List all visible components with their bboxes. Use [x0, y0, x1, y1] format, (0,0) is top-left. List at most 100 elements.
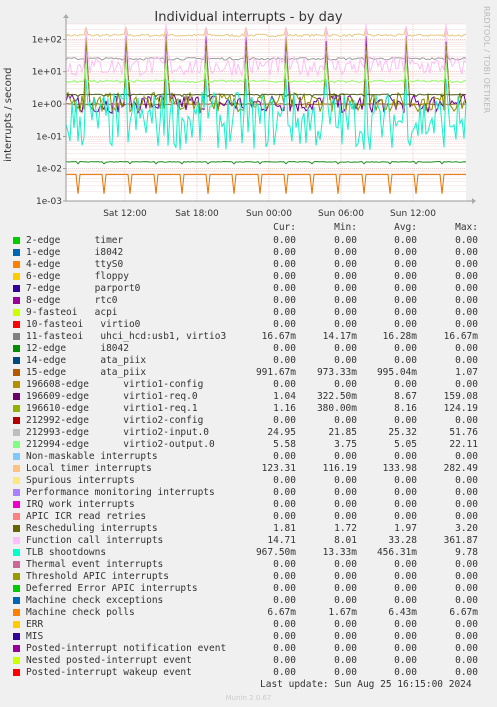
- legend-max: 0.00: [455, 319, 478, 330]
- legend-max: 0.00: [455, 259, 478, 270]
- legend-row: 14-edge ata_piix 0.00 0.00 0.00 0.00: [0, 355, 497, 367]
- legend-cur: 5.58: [273, 439, 296, 450]
- x-tick-label: Sat 18:00: [175, 209, 219, 219]
- legend-max: 0.00: [455, 583, 478, 594]
- legend-cur: 0.00: [273, 571, 296, 582]
- legend-avg: 0.00: [394, 583, 417, 594]
- legend-row: 1-edge i8042 0.00 0.00 0.00 0.00: [0, 247, 497, 259]
- legend-row: 15-edge ata_piix 991.67m 973.33m 995.04m 1.0…: [0, 367, 497, 379]
- legend-cur: 0.00: [273, 247, 296, 258]
- legend-avg: 25.32: [388, 427, 417, 438]
- legend-row: 8-edge rtc0 0.00 0.00 0.00 0.00: [0, 295, 497, 307]
- legend-max: 1.07: [455, 367, 478, 378]
- legend-row: 2-edge timer 0.00 0.00 0.00 0.00: [0, 235, 497, 247]
- legend-avg: 0.00: [394, 499, 417, 510]
- x-tick-label: Sun 12:00: [390, 209, 436, 219]
- legend-label: 9-fasteoi acpi: [26, 307, 118, 318]
- legend-row: 196610-edge virtio1-req.1 1.16 380.00m 8.16…: [0, 403, 497, 415]
- legend-avg: 5.05: [394, 439, 417, 450]
- y-tick-label: 1e-03: [36, 197, 62, 207]
- legend-label: IRQ work interrupts: [26, 499, 135, 510]
- legend-label: Machine check polls: [26, 607, 135, 618]
- legend-swatch: [13, 417, 20, 424]
- legend-row: Local timer interrupts 123.31 116.19 133.98…: [0, 463, 497, 475]
- legend-label: 196608-edge virtio1-config: [26, 379, 204, 390]
- legend-avg: 0.00: [394, 475, 417, 486]
- legend-avg: 8.16: [394, 403, 417, 414]
- legend-label: 2-edge timer: [26, 235, 124, 246]
- legend-cur: 967.50m: [255, 547, 296, 558]
- y-tick-label: 1e-02: [36, 165, 62, 175]
- legend-label: 196609-edge virtio1-req.0: [26, 391, 198, 402]
- legend-cur: 0.00: [273, 667, 296, 678]
- legend-max: 0.00: [455, 499, 478, 510]
- legend-row: Rescheduling interrupts 1.81 1.72 1.97 3.20: [0, 523, 497, 535]
- legend-label: Posted-interrupt notification event: [26, 643, 227, 654]
- legend-cur: 14.71: [267, 535, 296, 546]
- legend-swatch: [13, 513, 20, 520]
- legend-cur: 24.95: [267, 427, 296, 438]
- legend-max: 361.87: [443, 535, 478, 546]
- legend-cur: 0.00: [273, 283, 296, 294]
- legend-max: 0.00: [455, 379, 478, 390]
- legend-swatch: [13, 345, 20, 352]
- legend-avg: 0.00: [394, 343, 417, 354]
- legend-max: 22.11: [449, 439, 478, 450]
- interrupts-chart: 1e+02 1e+01 1e+00 1e-01 1e-02 1e-03 Sat 12:00 S…: [32, 14, 476, 219]
- legend-max: 0.00: [455, 595, 478, 606]
- legend-swatch: [13, 369, 20, 376]
- legend-row: 196609-edge virtio1-req.0 1.04 322.50m 8.67…: [0, 391, 497, 403]
- legend-cur: 0.00: [273, 343, 296, 354]
- legend-row: Machine check polls 6.67m 1.67m 6.43m 6.67m: [0, 607, 497, 619]
- legend-row: 10-fasteoi virtio0 0.00 0.00 0.00 0.00: [0, 319, 497, 331]
- legend-cur: 0.00: [273, 595, 296, 606]
- legend-max: 51.76: [449, 427, 478, 438]
- legend-row: 212992-edge virtio2-config 0.00 0.00 0.00 0.…: [0, 415, 497, 427]
- legend-max: 9.78: [455, 547, 478, 558]
- legend-row: Posted-interrupt wakeup event 0.00 0.00 0.0…: [0, 667, 497, 679]
- legend-row: Posted-interrupt notification event 0.00 0…: [0, 643, 497, 655]
- legend-cur: 0.00: [273, 619, 296, 630]
- legend-max: 0.00: [455, 451, 478, 462]
- legend-swatch: [13, 285, 20, 292]
- legend-avg: 0.00: [394, 235, 417, 246]
- legend-max: 0.00: [455, 247, 478, 258]
- legend-swatch: [13, 237, 20, 244]
- legend-label: 6-edge floppy: [26, 271, 129, 282]
- legend-label: Performance monitoring interrupts: [26, 487, 215, 498]
- legend-cur: 0.00: [273, 319, 296, 330]
- legend-row: 6-edge floppy 0.00 0.00 0.00 0.00: [0, 271, 497, 283]
- legend-row: Threshold APIC interrupts 0.00 0.00 0.00 0.0…: [0, 571, 497, 583]
- legend-avg: 0.00: [394, 571, 417, 582]
- legend-label: Deferred Error APIC interrupts: [26, 583, 198, 594]
- legend-cur: 0.00: [273, 583, 296, 594]
- legend-label: 12-edge i8042: [26, 343, 129, 354]
- legend-cur: 123.31: [261, 463, 296, 474]
- legend-swatch: [13, 273, 20, 280]
- legend-max: 282.49: [443, 463, 478, 474]
- legend-cur: 0.00: [273, 559, 296, 570]
- legend-row: 212993-edge virtio2-input.0 24.95 21.85 25.…: [0, 427, 497, 439]
- legend-label: 212993-edge virtio2-input.0: [26, 427, 210, 438]
- legend-avg: 133.98: [382, 463, 417, 474]
- legend-avg: 16.28m: [382, 331, 417, 342]
- legend-avg: 8.67: [394, 391, 417, 402]
- legend-label: APIC ICR read retries: [26, 511, 147, 522]
- legend-max: 159.08: [443, 391, 478, 402]
- legend-row: 11-fasteoi uhci_hcd:usb1, virtio3 16.67m 1…: [0, 331, 497, 343]
- legend-row: TLB shootdowns 967.50m 13.33m 456.31m 9.78: [0, 547, 497, 559]
- legend-cur: 0.00: [273, 259, 296, 270]
- legend-max: 0.00: [455, 667, 478, 678]
- legend-swatch: [13, 609, 20, 616]
- legend-avg: 1.97: [394, 523, 417, 534]
- legend-swatch: [13, 321, 20, 328]
- legend-label: Spurious interrupts: [26, 475, 135, 486]
- legend-cur: 0.00: [273, 271, 296, 282]
- legend-avg: 6.43m: [388, 607, 417, 618]
- legend-row: 12-edge i8042 0.00 0.00 0.00 0.00: [0, 343, 497, 355]
- legend-swatch: [13, 429, 20, 436]
- legend-avg: 0.00: [394, 271, 417, 282]
- legend-swatch: [13, 633, 20, 640]
- legend-swatch: [13, 537, 20, 544]
- legend-avg: 0.00: [394, 451, 417, 462]
